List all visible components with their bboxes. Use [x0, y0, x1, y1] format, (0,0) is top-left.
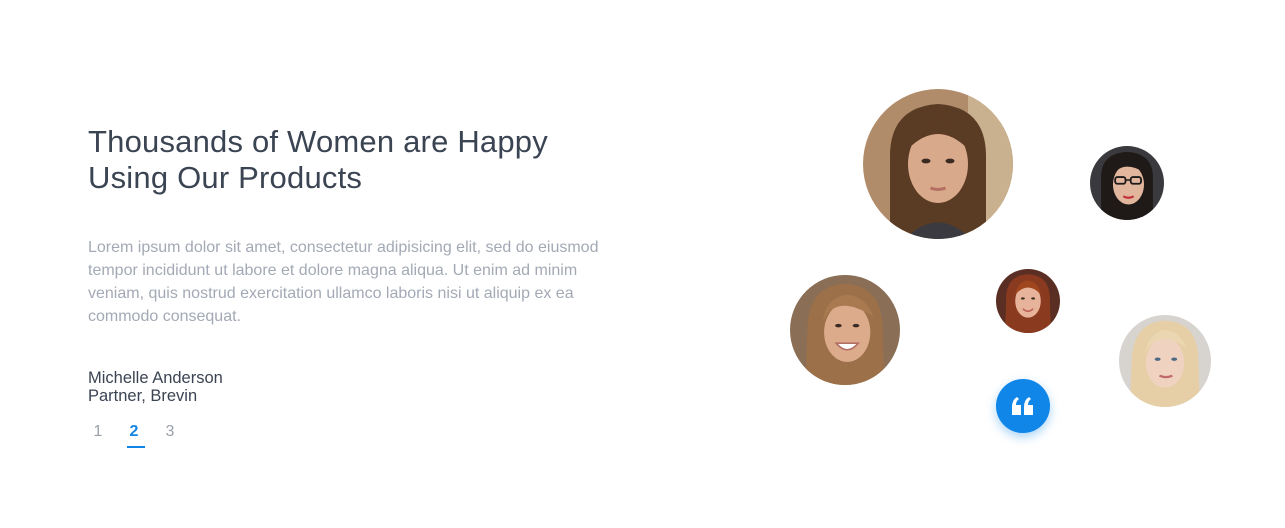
section-heading: Thousands of Women are Happy Using Our P…	[88, 124, 648, 196]
author-role: Partner, Brevin	[88, 387, 198, 405]
quote-badge	[996, 379, 1050, 433]
author-name: Michelle Anderson	[88, 369, 223, 387]
avatar-light-blonde-image	[1119, 315, 1211, 407]
testimonial-text: Lorem ipsum dolor sit amet, consectetur …	[88, 239, 599, 325]
avatar-glasses-image	[1090, 146, 1164, 220]
avatar-brunette-image	[863, 89, 1013, 239]
avatar-glasses-woman[interactable]	[1090, 146, 1164, 220]
avatar-brunette-portrait[interactable]	[863, 89, 1013, 239]
quote-icon	[1012, 397, 1033, 415]
avatar-smiling-blonde[interactable]	[790, 275, 900, 385]
page-link-2[interactable]: 2	[116, 420, 152, 448]
testimonial-section: Thousands of Women are Happy Using Our P…	[0, 0, 1285, 528]
avatar-redhead[interactable]	[996, 269, 1060, 333]
heading-line-1: Thousands of Women are Happy	[88, 124, 548, 159]
avatar-light-blonde[interactable]	[1119, 315, 1211, 407]
pagination: 1 2 3	[80, 420, 188, 448]
avatar-smiling-blonde-image	[790, 275, 900, 385]
heading-line-2: Using Our Products	[88, 160, 363, 195]
page-link-1[interactable]: 1	[80, 420, 116, 448]
page-link-3[interactable]: 3	[152, 420, 188, 448]
avatar-redhead-image	[996, 269, 1060, 333]
author-block: Michelle Anderson Partner, Brevin	[88, 369, 223, 405]
